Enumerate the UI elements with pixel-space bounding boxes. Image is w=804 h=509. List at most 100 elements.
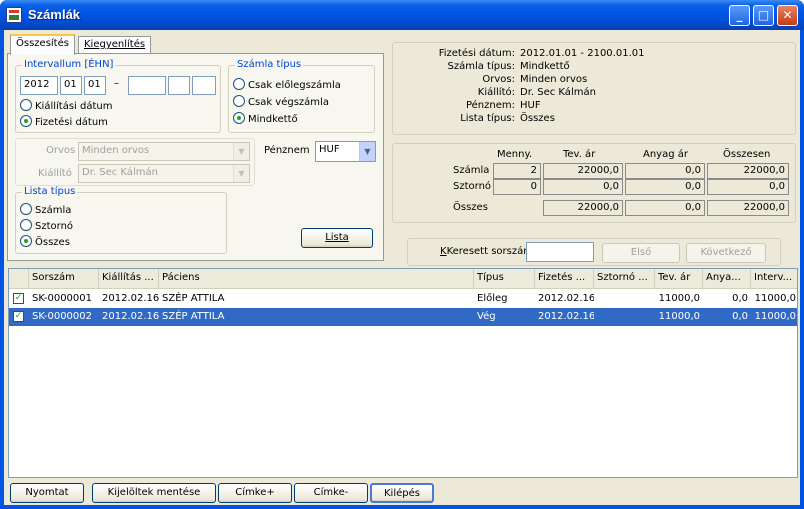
totals-cell: 0 [493,179,541,195]
radio-on-icon [20,115,32,127]
tab-kiegyenlites[interactable]: Kiegyenlítés [78,36,152,54]
from-month-input[interactable]: 01 [60,76,82,95]
summary-box: Fizetési dátum: 2012.01.01 - 2100.01.01 Sz… [392,42,796,135]
print-button[interactable]: Nyomtat [10,483,84,503]
range-separator: – [114,78,119,89]
from-day-input[interactable]: 01 [84,76,106,95]
table-cell: 11000,0 [754,311,796,322]
invoice-type-group: Számla típus Csak előlegszámla Csak végs… [228,59,375,133]
minimize-button[interactable]: _ [729,5,750,26]
grid-header: Sorszám Kiállítás ... Páciens Típus Fizetés … [9,269,797,289]
totals-cell: 2 [493,163,541,179]
table-cell: SK-0000001 [32,293,92,304]
grid-column-header[interactable]: Sorszám [29,269,99,288]
row-checkbox[interactable]: ✓ [13,293,24,304]
to-day-input[interactable] [192,76,216,95]
chevron-down-icon: ▼ [233,143,249,160]
radio-off-icon [20,203,32,215]
radio-off-icon [20,99,32,111]
label-minus-button[interactable]: Címke- [294,483,368,503]
summary-key: Lista típus: [460,113,515,124]
search-input[interactable] [526,242,594,262]
radio-list-invoice[interactable]: Számla [20,203,71,216]
radio-off-icon [233,95,245,107]
minimize-icon: _ [736,8,743,22]
summary-value: Minden orvos [520,74,588,85]
to-month-input[interactable] [168,76,190,95]
radio-final-only[interactable]: Csak végszámla [233,95,329,108]
from-year-input[interactable]: 2012 [20,76,58,95]
exit-button[interactable]: Kilépés [370,483,434,503]
totals-cell: 0,0 [707,179,789,195]
table-cell: Vég [477,311,496,322]
grid-column-header[interactable]: Anya... [703,269,751,288]
totals-header-service: Tev. ár [563,149,596,160]
first-button[interactable]: Első [602,243,680,263]
totals-cell: 22000,0 [707,163,789,179]
totals-cell: 22000,0 [543,200,623,216]
table-cell: 0,0 [732,311,748,322]
radio-payment-date[interactable]: Fizetési dátum [20,115,108,128]
radio-list-storno[interactable]: Sztornó [20,219,73,232]
tab-osszesites[interactable]: Összesítés [10,34,75,55]
radio-list-all[interactable]: Összes [20,235,70,248]
table-row[interactable]: ✓ SK-0000002 2012.02.16 SZÉP ATTILA Vég 2012.… [9,308,797,326]
totals-cell: 0,0 [625,163,705,179]
list-button[interactable]: Lista [301,228,373,248]
grid-column-header[interactable]: Interv... [751,269,797,288]
totals-cell: 22000,0 [707,200,789,216]
table-cell: 0,0 [732,293,748,304]
window-title: Számlák [28,7,81,22]
table-cell [594,290,655,308]
doctor-label: Orvos [46,145,76,156]
grid-column-header[interactable]: Tev. ár [655,269,703,288]
radio-advance-only[interactable]: Csak előlegszámla [233,78,341,91]
table-cell [594,308,655,326]
radio-issue-date[interactable]: Kiállítási dátum [20,99,113,112]
maximize-button[interactable]: □ [753,5,774,26]
radio-off-icon [20,219,32,231]
interval-group: Intervallum [ÉHN] 2012 01 01 – Kiállítás… [15,59,221,133]
totals-header-qty: Menny. [497,149,533,160]
label-plus-button[interactable]: Címke+ [218,483,292,503]
grid-column-header[interactable]: Típus [474,269,535,288]
tab-panel-osszesites: Intervallum [ÉHN] 2012 01 01 – Kiállítás… [7,53,384,261]
list-type-legend: Lista típus [22,186,78,197]
radio-on-icon [233,112,245,124]
client-area: Összesítés Kiegyenlítés Intervallum [ÉHN… [4,30,800,505]
table-cell: 2012.02.16 [102,293,159,304]
totals-cell: 0,0 [625,200,705,216]
doctor-combo: Minden orvos ▼ [78,142,250,161]
table-cell: SZÉP ATTILA [162,293,225,304]
table-row[interactable]: ✓ SK-0000001 2012.02.16 SZÉP ATTILA Előleg 20… [9,290,797,308]
summary-key: Fizetési dátum: [438,48,515,59]
table-cell: 11000,0 [658,293,700,304]
currency-combo[interactable]: HUF ▼ [315,141,376,162]
grid-column-header[interactable]: Fizetés ... [535,269,594,288]
next-button[interactable]: Következő [686,243,766,263]
to-year-input[interactable] [128,76,166,95]
chevron-down-icon: ▼ [233,165,249,182]
search-box: KKeresett sorszám Első Következő [407,238,781,266]
table-cell: 2012.02.16 [538,311,594,322]
totals-cell: 0,0 [543,179,623,195]
doctor-issuer-group: Orvos Minden orvos ▼ Kiállító Dr. Sec Ká… [15,138,255,186]
grid-column-header[interactable]: Sztornó ... [594,269,655,288]
close-button[interactable]: ✕ [777,5,798,26]
summary-value: Dr. Sec Kálmán [520,87,596,98]
grid-column-header[interactable]: Páciens [159,269,474,288]
summary-key: Számla típus: [447,61,515,72]
totals-box: Menny. Tev. ár Anyag ár Összesen Számla 2… [392,143,796,223]
maximize-icon: □ [757,8,770,22]
radio-both[interactable]: Mindkettő [233,112,298,125]
save-selected-button[interactable]: Kijelöltek mentése [92,483,216,503]
search-label: KKeresett sorszám [440,246,533,257]
row-checkbox[interactable]: ✓ [13,311,24,322]
summary-key: Pénznem: [465,100,515,111]
title-bar[interactable]: Számlák _ □ ✕ [0,0,804,30]
table-cell: 11000,0 [658,311,700,322]
invoices-grid[interactable]: Sorszám Kiállítás ... Páciens Típus Fizetés … [8,268,798,478]
totals-cell: 22000,0 [543,163,623,179]
grid-column-header[interactable]: Kiállítás ... [99,269,159,288]
list-type-group: Lista típus Számla Sztornó Összes [15,186,227,254]
